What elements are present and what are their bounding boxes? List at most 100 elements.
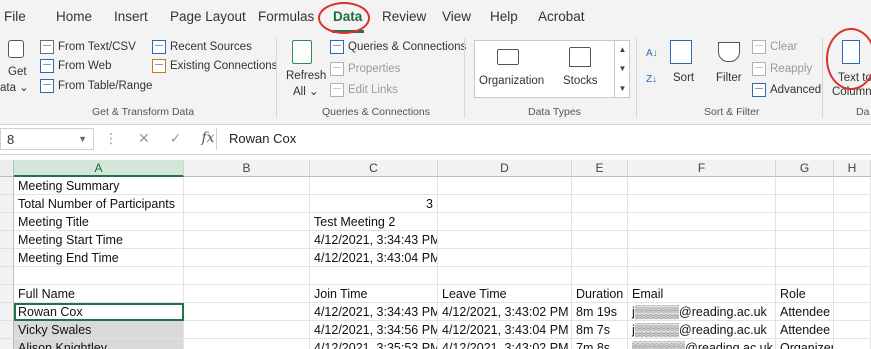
select-all-corner[interactable] — [0, 160, 14, 177]
column-header-a[interactable]: A — [14, 160, 184, 177]
edit-links-button[interactable]: Edit Links — [330, 83, 398, 97]
cell-h[interactable] — [834, 213, 871, 231]
cell-h[interactable] — [834, 195, 871, 213]
cell-a[interactable]: Meeting Summary — [14, 177, 184, 195]
cell-e[interactable] — [572, 231, 628, 249]
cell-c[interactable]: 4/12/2021, 3:35:53 PM — [310, 339, 438, 349]
cell-a[interactable]: Rowan Cox — [14, 303, 184, 321]
tab-review[interactable]: Review — [382, 9, 426, 24]
cell-g[interactable] — [776, 195, 834, 213]
row-header[interactable] — [0, 267, 14, 285]
gallery-more-icon[interactable]: ▼ — [619, 84, 627, 93]
cell-c[interactable] — [310, 267, 438, 285]
row-header[interactable] — [0, 177, 14, 195]
tab-view[interactable]: View — [442, 9, 471, 24]
tab-page-layout[interactable]: Page Layout — [170, 9, 246, 24]
row-header[interactable] — [0, 339, 14, 349]
reapply-button[interactable]: Reapply — [752, 62, 812, 76]
sort-a-to-z-icon[interactable]: A↓ — [646, 48, 658, 59]
cell-c[interactable]: Join Time — [310, 285, 438, 303]
tab-home[interactable]: Home — [56, 9, 92, 24]
cell-d[interactable] — [438, 195, 572, 213]
row-header[interactable] — [0, 213, 14, 231]
cell-a[interactable]: Meeting Title — [14, 213, 184, 231]
cell-g[interactable]: Attendee — [776, 303, 834, 321]
cell-f[interactable] — [628, 231, 776, 249]
cell-c[interactable] — [310, 177, 438, 195]
cell-g[interactable]: Attendee — [776, 321, 834, 339]
cell-d[interactable]: 4/12/2021, 3:43:02 PM — [438, 339, 572, 349]
cell-g[interactable] — [776, 213, 834, 231]
cell-a[interactable]: Full Name — [14, 285, 184, 303]
cell-h[interactable] — [834, 285, 871, 303]
cell-d[interactable] — [438, 213, 572, 231]
cell-f[interactable] — [628, 213, 776, 231]
cell-e[interactable] — [572, 249, 628, 267]
queries-connections-button[interactable]: Queries & Connections — [330, 40, 466, 54]
cell-e[interactable] — [572, 267, 628, 285]
cell-h[interactable] — [834, 339, 871, 349]
cell-f[interactable] — [628, 249, 776, 267]
row-header[interactable] — [0, 303, 14, 321]
cell-e[interactable] — [572, 195, 628, 213]
cell-f[interactable] — [628, 195, 776, 213]
sort-z-to-a-icon[interactable]: Z↓ — [646, 74, 657, 85]
cell-h[interactable] — [834, 321, 871, 339]
cell-e[interactable]: 7m 8s — [572, 339, 628, 349]
cell-b[interactable] — [184, 231, 310, 249]
cell-b[interactable] — [184, 285, 310, 303]
cell-d[interactable]: 4/12/2021, 3:43:02 PM — [438, 303, 572, 321]
cell-b[interactable] — [184, 303, 310, 321]
cell-d[interactable] — [438, 231, 572, 249]
cell-c[interactable]: 4/12/2021, 3:34:43 PM — [310, 231, 438, 249]
cell-h[interactable] — [834, 231, 871, 249]
cell-h[interactable] — [834, 267, 871, 285]
confirm-entry-icon[interactable]: ✓ — [170, 130, 182, 147]
tab-insert[interactable]: Insert — [114, 9, 148, 24]
name-box[interactable]: 8 ▼ — [0, 128, 94, 150]
cell-e[interactable] — [572, 213, 628, 231]
scroll-up-icon[interactable]: ▲ — [619, 45, 627, 54]
cell-a[interactable]: Meeting End Time — [14, 249, 184, 267]
column-header-b[interactable]: B — [184, 160, 310, 177]
clear-button[interactable]: Clear — [752, 40, 797, 54]
cell-d[interactable] — [438, 177, 572, 195]
column-header-f[interactable]: F — [628, 160, 776, 177]
cell-g[interactable]: Role — [776, 285, 834, 303]
cell-a[interactable]: Meeting Start Time — [14, 231, 184, 249]
cell-b[interactable] — [184, 195, 310, 213]
row-header[interactable] — [0, 249, 14, 267]
column-header-g[interactable]: G — [776, 160, 834, 177]
cell-a[interactable]: Vicky Swales — [14, 321, 184, 339]
cell-g[interactable] — [776, 177, 834, 195]
cell-b[interactable] — [184, 321, 310, 339]
cell-d[interactable] — [438, 267, 572, 285]
column-header-d[interactable]: D — [438, 160, 572, 177]
existing-connections-button[interactable]: Existing Connections — [152, 59, 277, 73]
cancel-entry-icon[interactable]: ✕ — [138, 130, 150, 147]
row-header[interactable] — [0, 285, 14, 303]
properties-button[interactable]: Properties — [330, 62, 400, 76]
recent-sources-button[interactable]: Recent Sources — [152, 40, 252, 54]
from-text-csv-button[interactable]: From Text/CSV — [40, 40, 136, 54]
advanced-button[interactable]: Advanced — [752, 83, 821, 97]
column-header-c[interactable]: C — [310, 160, 438, 177]
row-header[interactable] — [0, 231, 14, 249]
cell-c[interactable]: 3 — [310, 195, 438, 213]
cell-f[interactable]: ▒▒▒▒▒▒@reading.ac.uk — [628, 339, 776, 349]
cell-c[interactable]: 4/12/2021, 3:43:04 PM — [310, 249, 438, 267]
cell-b[interactable] — [184, 267, 310, 285]
cell-g[interactable] — [776, 231, 834, 249]
cell-f[interactable] — [628, 267, 776, 285]
cell-a[interactable]: Alison Knightley — [14, 339, 184, 349]
cell-h[interactable] — [834, 249, 871, 267]
cell-f[interactable]: j▒▒▒▒▒@reading.ac.uk — [628, 303, 776, 321]
formula-input[interactable]: Rowan Cox — [216, 128, 308, 150]
row-header[interactable] — [0, 321, 14, 339]
cell-b[interactable] — [184, 213, 310, 231]
cell-d[interactable] — [438, 249, 572, 267]
cell-b[interactable] — [184, 249, 310, 267]
tab-help[interactable]: Help — [490, 9, 518, 24]
column-header-e[interactable]: E — [572, 160, 628, 177]
tab-acrobat[interactable]: Acrobat — [538, 9, 585, 24]
